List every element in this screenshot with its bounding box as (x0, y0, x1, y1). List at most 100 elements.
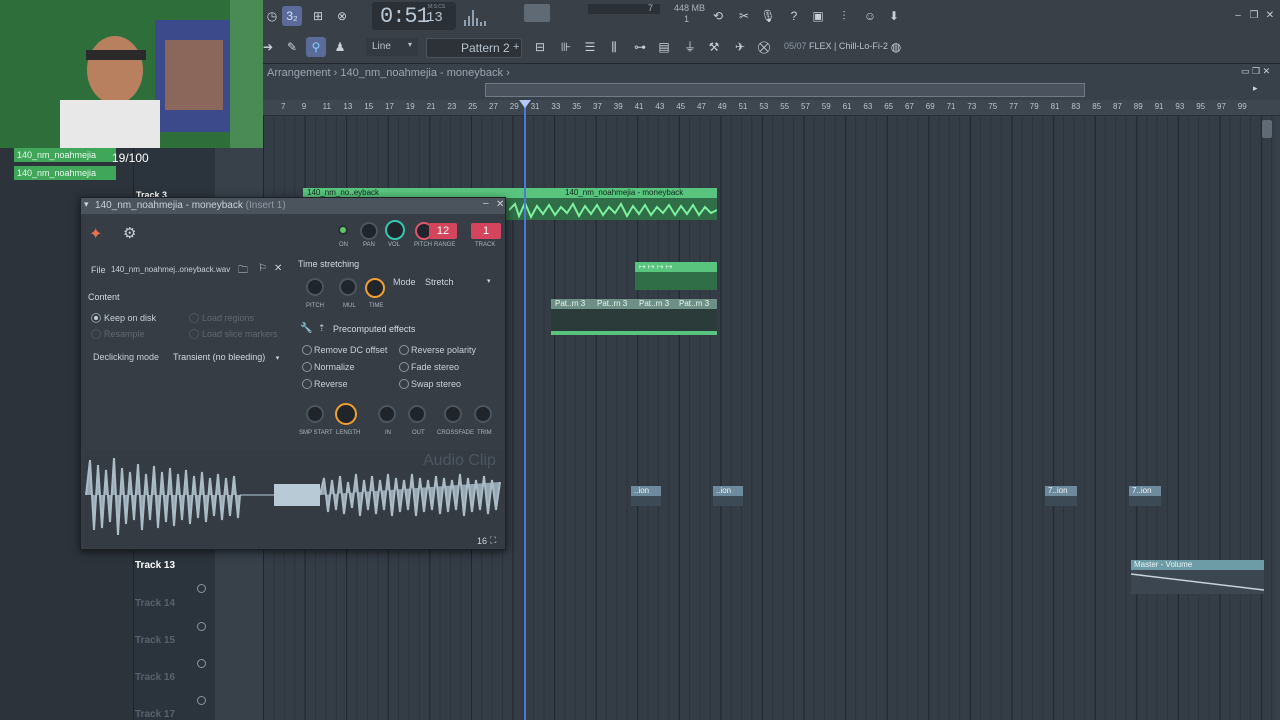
automation-clip[interactable]: ..ion (631, 486, 661, 506)
waveform-tab-icon[interactable]: ✦ (89, 224, 102, 244)
crossfade-knob[interactable] (444, 405, 462, 423)
browser-icon[interactable]: ⊶ (630, 37, 650, 57)
record-icon[interactable]: ◷ (262, 6, 282, 26)
metronome-button[interactable]: 3₂ (282, 6, 302, 26)
playhead-marker[interactable] (519, 100, 531, 108)
file-name[interactable]: 140_nm_noahmej..oneyback.wav (111, 265, 230, 274)
timeline-ruler[interactable]: 7 9 11 13 15 17 19 21 23 25 27 29 31 33 35 37 39 41 43 45 47… (263, 100, 1280, 116)
normalize-toggle[interactable] (302, 362, 312, 372)
ruler-tick: 19 (405, 102, 415, 111)
pattern-clip-group[interactable]: ↦ ↦ ↦ ↦ (635, 262, 717, 290)
playhead[interactable] (524, 100, 526, 720)
picker-item[interactable]: 140_nm_noahmejia (14, 148, 116, 162)
help-icon[interactable]: ? (784, 6, 804, 26)
airplane-icon[interactable]: ✈ (730, 37, 750, 57)
clip-window-titlebar[interactable]: ▾ 140_nm_noahmejia - moneyback (Insert 1… (81, 198, 505, 214)
step-edit-icon[interactable]: ⊞ (308, 6, 328, 26)
channel-rack-icon[interactable]: ⊪ (556, 37, 576, 57)
track-15-label[interactable]: Track 15 (135, 635, 175, 646)
track-14-mute[interactable] (197, 622, 206, 631)
master-volume-clip[interactable]: Master - Volume (1131, 560, 1264, 594)
file-icon[interactable]: ▤ (654, 37, 674, 57)
volume-knob[interactable] (385, 220, 405, 240)
playlist-window-controls[interactable]: ▭ ❐ ✕ (1241, 66, 1270, 77)
microphone-icon[interactable]: 🎙 (758, 6, 778, 26)
track-13-label[interactable]: Track 13 (135, 560, 175, 571)
cart-icon[interactable]: ⛒ (754, 37, 774, 57)
undo-icon[interactable]: ⟲ (708, 6, 728, 26)
pattern-clip-row[interactable]: Pat..rn 3 Pat..rn 3 Pat..rn 3 Pat..rn 3 (551, 299, 717, 335)
reverse-polarity-toggle[interactable] (399, 345, 409, 355)
pitch-range-value[interactable]: 12 (429, 223, 457, 239)
wand-icon[interactable]: ⚒ (704, 37, 724, 57)
pan-label: PAN (363, 242, 375, 248)
minimize-icon[interactable]: – (483, 198, 489, 209)
piano-roll-icon[interactable]: ☰ (580, 37, 600, 57)
ruler-tick: 79 (1029, 102, 1039, 111)
cut-icon[interactable]: ✂ (734, 6, 754, 26)
trim-knob[interactable] (474, 405, 492, 423)
stretch-pitch-knob[interactable] (306, 278, 324, 296)
track-selector[interactable]: 1 (471, 223, 501, 239)
download-icon[interactable]: ⬇ (884, 6, 904, 26)
loop-record-icon[interactable]: ⊗ (332, 6, 352, 26)
remove-file-icon[interactable]: ✕ (274, 263, 282, 274)
magnet-snap-icon[interactable]: ⚲ (306, 37, 326, 57)
on-toggle[interactable] (338, 225, 348, 235)
keep-on-disk-radio[interactable] (91, 313, 101, 323)
load-slice-markers-radio[interactable] (189, 329, 199, 339)
window-menu-icon[interactable]: ▾ (84, 199, 89, 210)
sample-start-knob[interactable] (306, 405, 324, 423)
chat-icon[interactable]: ☺ (860, 6, 880, 26)
automation-clip[interactable]: 7..ion (1129, 486, 1161, 506)
length-knob[interactable] (335, 403, 357, 425)
snap-dropdown[interactable]: Line ▾ (366, 38, 418, 56)
declicking-dropdown[interactable]: Transient (no bleeding) ▾ (173, 352, 279, 366)
resample-radio[interactable] (91, 329, 101, 339)
mixer-view-icon[interactable]: ⫼ (604, 37, 624, 57)
load-regions-radio[interactable] (189, 313, 199, 323)
out-label: OUT (412, 430, 425, 436)
mixer-icon[interactable]: ⫶ (834, 6, 854, 26)
song-mode-toggle[interactable] (524, 4, 550, 22)
zoom-level[interactable]: 16 (477, 536, 487, 546)
horizontal-scrollbar[interactable] (485, 83, 1085, 97)
stretch-time-knob[interactable] (365, 278, 385, 298)
out-knob[interactable] (408, 405, 426, 423)
track-15-mute[interactable] (197, 659, 206, 668)
globe-icon[interactable]: ◍ (886, 37, 906, 57)
track-16-mute[interactable] (197, 696, 206, 705)
fade-stereo-toggle[interactable] (399, 362, 409, 372)
plugin-icon[interactable]: ⏚ (680, 37, 700, 57)
draw-tool-icon[interactable]: ✎ (282, 37, 302, 57)
stamp-icon[interactable]: ♟ (330, 37, 350, 57)
track-14-label[interactable]: Track 14 (135, 598, 175, 609)
zoom-icon[interactable]: ⛶ (490, 535, 496, 546)
tempo-icon[interactable]: ⊟ (530, 37, 550, 57)
close-icon[interactable]: ✕ (1260, 6, 1280, 26)
swap-stereo-toggle[interactable] (399, 379, 409, 389)
folder-icon[interactable]: 🗀 (238, 263, 248, 280)
automation-clip[interactable]: ..ion (713, 486, 743, 506)
track-16-label[interactable]: Track 16 (135, 672, 175, 683)
pan-knob[interactable] (360, 222, 378, 240)
vertical-scrollbar[interactable] (1262, 120, 1272, 138)
automation-clip[interactable]: 7..ion (1045, 486, 1077, 506)
stretch-mul-knob[interactable] (339, 278, 357, 296)
stretch-mode-dropdown[interactable]: Stretch ▾ (425, 277, 495, 291)
reverse-toggle[interactable] (302, 379, 312, 389)
locate-icon[interactable]: ⚐ (258, 263, 267, 274)
scroll-right-icon[interactable]: ▸ (1253, 83, 1258, 94)
track-17-label[interactable]: Track 17 (135, 709, 175, 720)
picker-item[interactable]: 140_nm_noahmejia (14, 166, 116, 180)
in-knob[interactable] (378, 405, 396, 423)
close-icon[interactable]: ✕ (496, 199, 504, 210)
plus-icon[interactable]: + (513, 41, 519, 53)
track-13-mute[interactable] (197, 584, 206, 593)
wrench-icon[interactable]: ⚙ (123, 224, 136, 242)
remove-dc-offset-toggle[interactable] (302, 345, 312, 355)
save-icon[interactable]: ▣ (808, 6, 828, 26)
pattern-selector[interactable]: Pattern 2 + (426, 38, 522, 58)
time-display[interactable]: 0:51 M:S:CS 13 (372, 2, 456, 30)
ruler-tick: 75 (988, 102, 998, 111)
